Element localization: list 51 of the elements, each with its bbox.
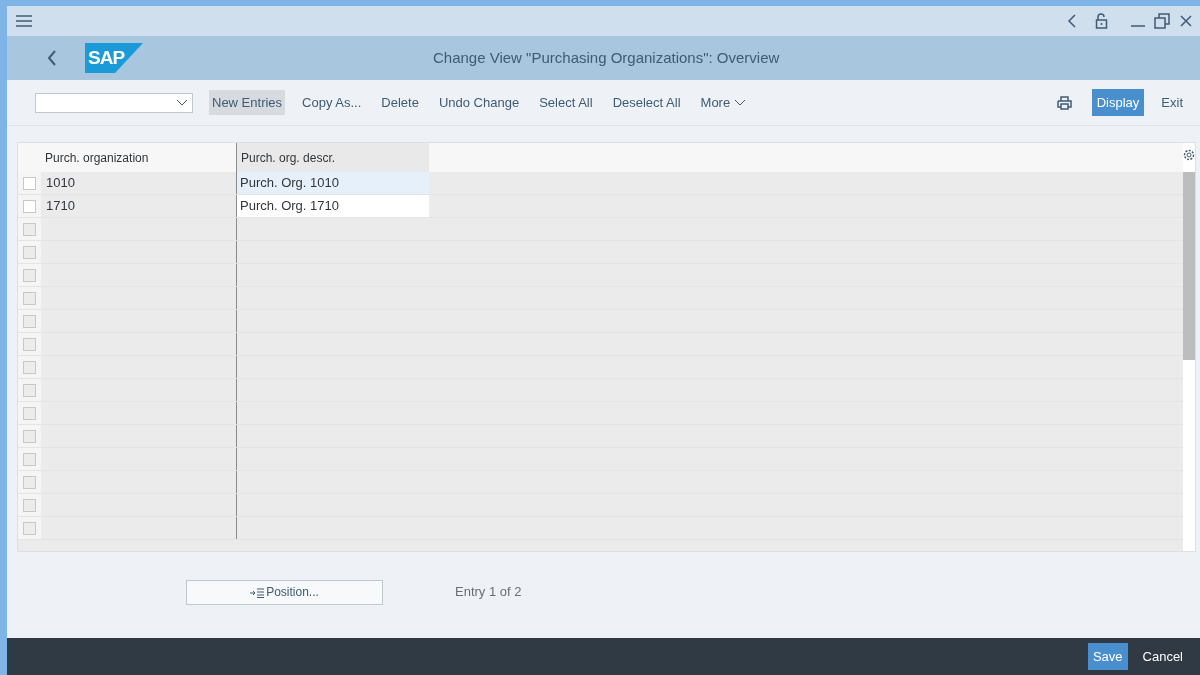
row-checkbox[interactable]	[23, 337, 36, 351]
row-checkbox[interactable]	[23, 383, 36, 397]
dropdown-field[interactable]	[35, 92, 193, 113]
scrollbar-thumb[interactable]	[1183, 172, 1195, 360]
toolbar-button[interactable]: Copy As...	[299, 89, 365, 116]
row-checkbox[interactable]	[23, 245, 36, 259]
column-header: Purch. org. descr.	[236, 143, 429, 172]
row-checkbox[interactable]	[23, 521, 36, 535]
table-cell[interactable]: Purch. Org. 1010	[236, 172, 429, 194]
printer-icon[interactable]	[1056, 95, 1072, 110]
toolbar-button[interactable]: Select All	[536, 89, 596, 116]
menu-icon[interactable]	[15, 14, 33, 28]
row-checkbox[interactable]	[23, 314, 36, 328]
position-icon	[250, 587, 265, 598]
row-checkbox[interactable]	[23, 222, 36, 236]
table-cell-text: 1710	[45, 197, 76, 216]
toolbar-button[interactable]: New Entries	[209, 89, 286, 116]
toolbar-button[interactable]: Deselect All	[609, 89, 684, 116]
back-icon[interactable]	[47, 50, 57, 66]
row-checkbox[interactable]	[23, 475, 36, 489]
row-checkbox[interactable]	[23, 176, 36, 190]
settings-icon[interactable]	[1183, 149, 1195, 161]
column-header: Purch. organization	[44, 149, 150, 167]
row-checkbox[interactable]	[23, 199, 36, 213]
toolbar-button[interactable]: Undo Change	[435, 89, 523, 116]
toolbar-button[interactable]: Delete	[378, 89, 422, 116]
toolbar-button[interactable]: Exit	[1158, 89, 1186, 116]
position-button[interactable]: Position...	[186, 579, 383, 605]
row-checkbox[interactable]	[23, 291, 36, 305]
window-title: Change View "Purchasing Organizations": Overview	[433, 47, 780, 68]
row-checkbox[interactable]	[23, 406, 36, 420]
logo-background	[85, 43, 143, 73]
footer-button[interactable]: Save	[1087, 642, 1128, 671]
table-cell-text: 1010	[45, 174, 76, 193]
row-checkbox[interactable]	[23, 429, 36, 443]
row-checkbox[interactable]	[23, 360, 36, 374]
logo-text: SAP	[88, 47, 125, 69]
chevron-down-icon	[176, 98, 188, 107]
close-icon[interactable]	[1180, 15, 1192, 27]
table-cell[interactable]: Purch. Org. 1710	[236, 195, 429, 217]
footer-button[interactable]: Cancel	[1137, 642, 1188, 671]
toolbar-button[interactable]: Display	[1091, 88, 1145, 117]
entry-count: Entry 1 of 2	[455, 583, 522, 602]
restore-icon[interactable]	[1154, 13, 1170, 29]
toolbar-button[interactable]: More	[697, 89, 750, 116]
padlock-icon[interactable]	[1095, 13, 1108, 29]
row-checkbox[interactable]	[23, 452, 36, 466]
chevron-down-icon	[734, 99, 747, 108]
back-icon[interactable]	[1067, 14, 1077, 28]
row-checkbox[interactable]	[23, 498, 36, 512]
row-checkbox[interactable]	[23, 268, 36, 282]
